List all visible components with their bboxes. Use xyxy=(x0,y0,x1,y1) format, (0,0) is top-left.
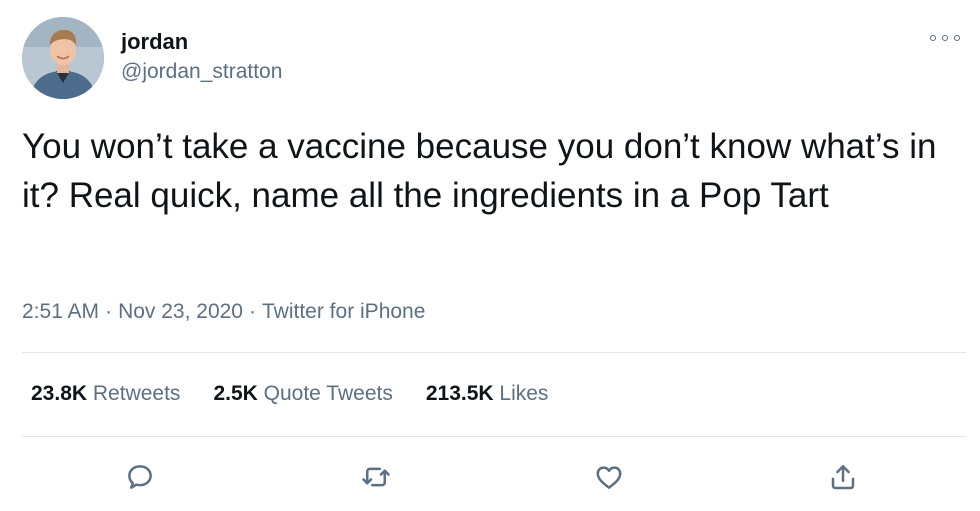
tweet-meta: 2:51 AM · Nov 23, 2020 · Twitter for iPhone xyxy=(22,297,425,327)
more-icon[interactable] xyxy=(930,30,960,46)
likes-label: Likes xyxy=(499,382,549,405)
tweet-card: jordan @jordan_stratton You won’t take a… xyxy=(0,0,980,511)
tweet-date[interactable]: Nov 23, 2020 xyxy=(118,300,243,323)
meta-separator: · xyxy=(249,300,256,323)
quote-tweets-stat[interactable]: 2.5K Quote Tweets xyxy=(213,379,392,409)
more-dot xyxy=(954,35,960,41)
likes-count: 213.5K xyxy=(425,382,494,405)
tweet-actions xyxy=(0,455,980,505)
divider xyxy=(22,352,966,353)
retweet-button[interactable] xyxy=(354,455,398,499)
reply-icon xyxy=(128,465,152,489)
likes-stat[interactable]: 213.5K Likes xyxy=(426,379,549,409)
avatar[interactable] xyxy=(22,17,104,99)
quote-tweets-label: Quote Tweets xyxy=(263,382,393,405)
share-icon xyxy=(831,465,855,490)
heart-icon xyxy=(596,466,622,489)
tweet-time[interactable]: 2:51 AM xyxy=(22,300,99,323)
author-names: jordan @jordan_stratton xyxy=(121,28,282,86)
divider xyxy=(22,436,966,437)
tweet-text: You won’t take a vaccine because you don… xyxy=(22,127,937,215)
retweets-label: Retweets xyxy=(92,382,181,405)
avatar-image xyxy=(22,17,104,99)
retweets-stat[interactable]: 23.8K Retweets xyxy=(31,379,180,409)
more-dot xyxy=(942,35,948,41)
tweet-stats: 23.8K Retweets 2.5K Quote Tweets 213.5K … xyxy=(31,379,581,409)
retweets-count: 23.8K xyxy=(31,382,88,405)
share-button[interactable] xyxy=(821,455,865,499)
tweet-source[interactable]: Twitter for iPhone xyxy=(262,300,425,323)
like-button[interactable] xyxy=(587,455,631,499)
meta-separator: · xyxy=(105,300,113,323)
author-handle[interactable]: @jordan_stratton xyxy=(121,58,282,86)
reply-button[interactable] xyxy=(118,455,162,499)
retweet-icon xyxy=(362,467,390,487)
author-display-name[interactable]: jordan xyxy=(121,28,282,56)
more-dot xyxy=(930,35,936,41)
quote-tweets-count: 2.5K xyxy=(213,382,258,405)
